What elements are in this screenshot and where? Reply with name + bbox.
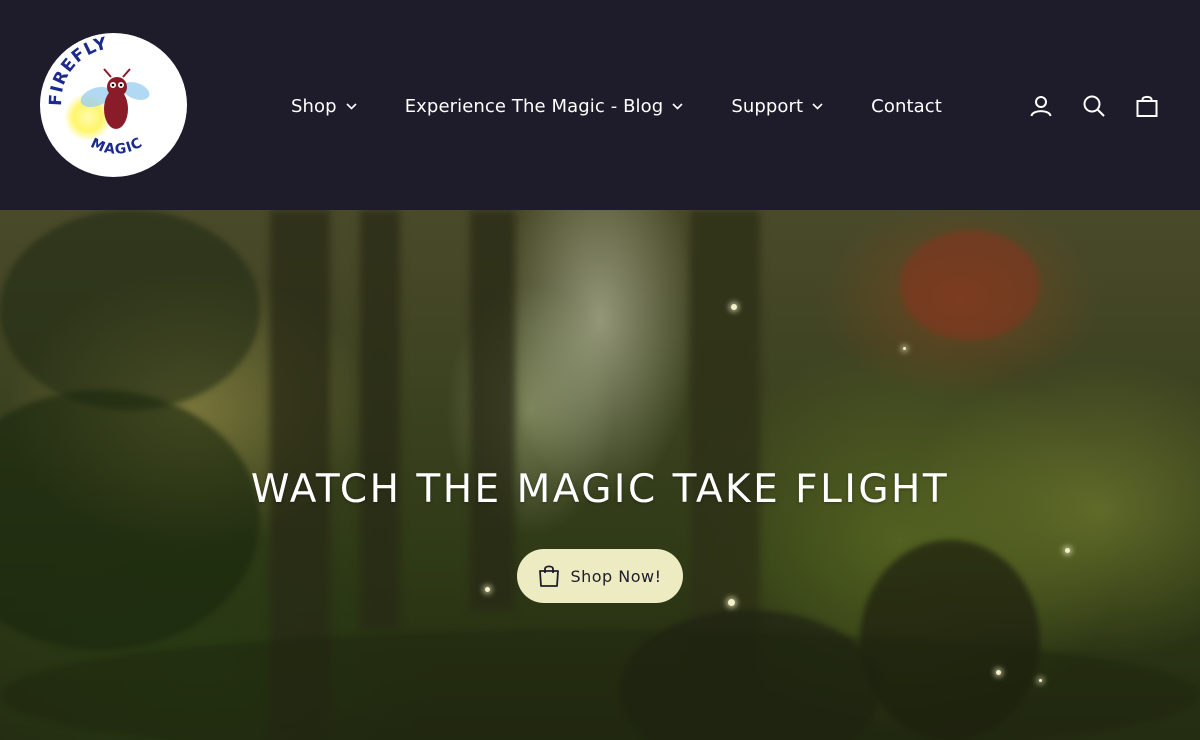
chevron-down-icon: [672, 102, 683, 110]
search-icon[interactable]: [1081, 93, 1107, 119]
nav-item-support-label: Support: [731, 95, 804, 117]
chevron-down-icon: [346, 102, 357, 110]
shop-now-button[interactable]: Shop Now!: [517, 549, 683, 603]
shopping-bag-icon: [539, 565, 560, 587]
logo-graphic: FIREFLY MAGIC: [46, 34, 150, 158]
nav-item-contact[interactable]: Contact: [871, 96, 942, 117]
tree-trunk: [360, 210, 400, 630]
nav-item-shop[interactable]: Shop: [291, 96, 357, 117]
shop-now-label: Shop Now!: [570, 566, 662, 586]
nav-item-blog-label: Experience The Magic - Blog: [404, 95, 664, 117]
main-nav: Shop Experience The Magic - Blog Support…: [291, 92, 942, 120]
foliage: [900, 230, 1040, 340]
svg-text:MAGIC: MAGIC: [88, 135, 146, 158]
logo-text-bottom: MAGIC: [88, 135, 145, 158]
tree-trunk: [470, 210, 515, 610]
chevron-down-icon: [812, 102, 823, 110]
foliage: [0, 210, 260, 410]
nav-item-shop-label: Shop: [291, 95, 337, 117]
cart-icon[interactable]: [1134, 93, 1160, 119]
nav-item-contact-label: Contact: [871, 95, 942, 117]
account-icon[interactable]: [1028, 93, 1054, 119]
hero-banner: WATCH THE MAGIC TAKE FLIGHT Shop Now!: [0, 210, 1200, 740]
firefly-light: [728, 599, 735, 606]
header-icons: [1028, 92, 1160, 120]
firefly-light: [903, 347, 906, 350]
nav-item-support[interactable]: Support: [731, 96, 823, 117]
firefly-light: [1039, 679, 1042, 682]
hero-title: WATCH THE MAGIC TAKE FLIGHT: [250, 467, 950, 512]
site-header: FIREFLY MAGIC Shop Experience The Magic …: [0, 0, 1200, 210]
firefly-light: [996, 670, 1001, 675]
firefly-light: [485, 587, 490, 592]
nav-item-blog[interactable]: Experience The Magic - Blog: [405, 96, 684, 117]
firefly-light: [1065, 548, 1070, 553]
foliage: [0, 390, 260, 650]
firefly-magic-logo[interactable]: FIREFLY MAGIC: [40, 33, 187, 177]
firefly-light: [731, 304, 737, 310]
